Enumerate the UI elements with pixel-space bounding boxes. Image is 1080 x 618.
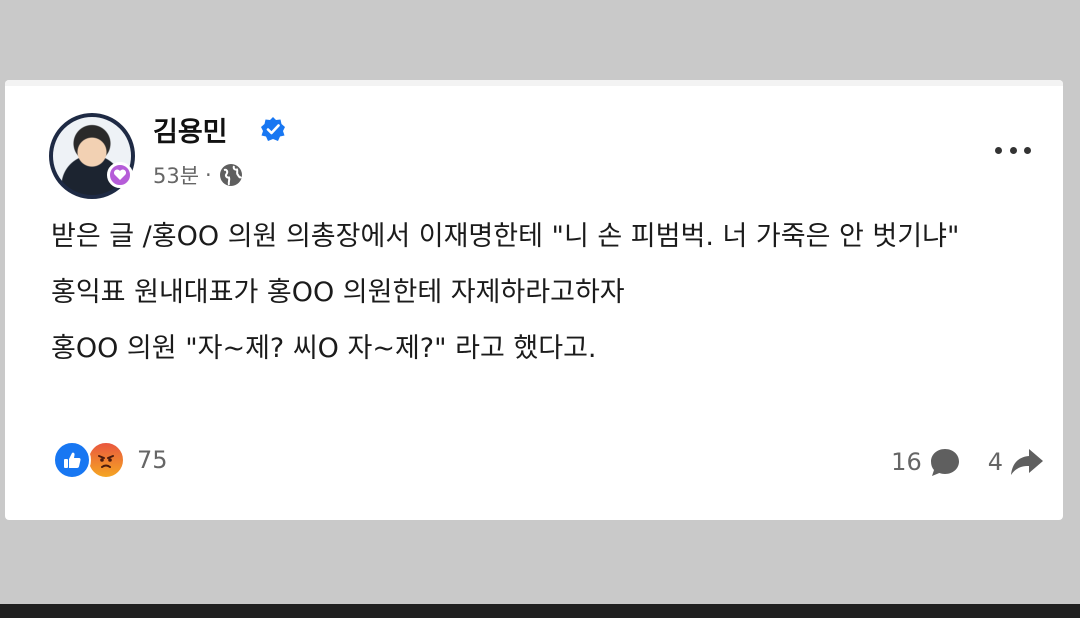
reactions-summary[interactable]: 75 bbox=[53, 441, 168, 479]
verified-badge-icon bbox=[261, 117, 285, 141]
avatar-story-badge-icon bbox=[107, 162, 133, 188]
like-reaction-icon bbox=[53, 441, 91, 479]
bottom-bar bbox=[0, 604, 1080, 618]
post-paragraph: 홍OO 의원 "자~제? 씨O 자~제?" 라고 했다고. bbox=[51, 333, 597, 364]
post-meta: 53분 · bbox=[153, 160, 244, 190]
comments-stat[interactable]: 16 bbox=[891, 445, 962, 479]
more-dot bbox=[1024, 146, 1031, 154]
post-body: 받은 글 /홍OO 의원 의총장에서 이재명한테 "니 손 피범벅. 너 가죽은… bbox=[51, 216, 1031, 384]
engagement-stats: 16 4 bbox=[865, 445, 1045, 479]
more-options-button[interactable] bbox=[991, 138, 1035, 162]
more-dot bbox=[995, 146, 1002, 154]
post-paragraph: 받은 글 /홍OO 의원 의총장에서 이재명한테 "니 손 피범벅. 너 가죽은… bbox=[51, 221, 960, 252]
card-top-shade bbox=[5, 80, 1063, 86]
globe-icon[interactable] bbox=[218, 162, 244, 188]
angry-reaction-icon bbox=[87, 441, 125, 479]
post-card: 김용민 53분 · 받은 글 /홍OO 의원 의총장에서 이재명한테 "니 손 … bbox=[5, 80, 1063, 520]
comment-icon bbox=[930, 449, 959, 476]
post-paragraph: 홍익표 원내대표가 홍OO 의원한테 자제하라고하자 bbox=[51, 277, 625, 308]
share-icon bbox=[1011, 449, 1043, 475]
post-time[interactable]: 53분 bbox=[153, 160, 199, 190]
shares-stat[interactable]: 4 bbox=[988, 445, 1045, 479]
shares-count: 4 bbox=[987, 448, 1003, 476]
comments-count: 16 bbox=[891, 448, 922, 476]
more-dot bbox=[1009, 146, 1017, 154]
meta-separator: · bbox=[205, 163, 212, 187]
author-name[interactable]: 김용민 bbox=[153, 110, 228, 149]
reactions-count: 75 bbox=[137, 446, 168, 474]
